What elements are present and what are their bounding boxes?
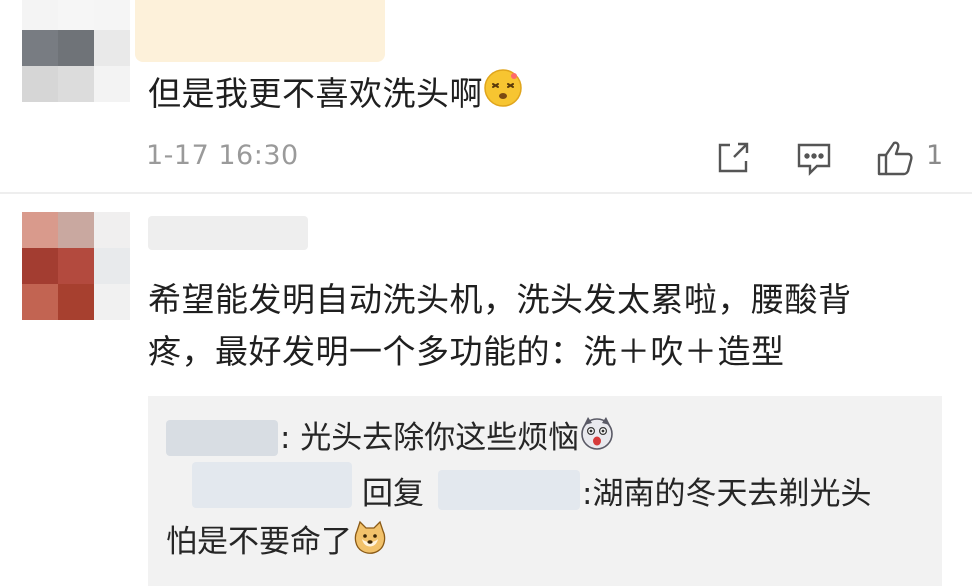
like-count: 1 <box>926 140 944 171</box>
comment-timestamp: 1-17 16:30 <box>146 140 299 171</box>
blurred-username <box>135 0 385 62</box>
comment-text: 希望能发明自动洗头机，洗头发太累啦，腰酸背 疼，最好发明一个多功能的：洗＋吹＋造… <box>148 274 948 378</box>
doge-emoji-icon <box>352 519 388 569</box>
comment-text: 但是我更不喜欢洗头啊 <box>148 68 523 123</box>
avatar[interactable] <box>22 0 130 102</box>
comment-line: 疼，最好发明一个多功能的：洗＋吹＋造型 <box>148 332 785 371</box>
reply-text: 怕是不要命了 <box>166 524 352 560</box>
like-icon[interactable] <box>876 139 914 177</box>
comment-line: 希望能发明自动洗头机，洗头发太累啦，腰酸背 <box>148 280 852 319</box>
blurred-username <box>166 420 278 456</box>
share-icon[interactable] <box>716 141 750 175</box>
comment-icon[interactable] <box>796 142 832 176</box>
reply-item[interactable]: :湖南的冬天去剃光头 怕是不要命了 <box>166 470 936 569</box>
reply-item[interactable]: : 光头去除你这些烦恼 <box>280 414 615 465</box>
top-blurred-region <box>0 0 972 70</box>
dizzy-face-emoji-icon <box>483 68 523 123</box>
reply-thread[interactable]: : 光头去除你这些烦恼 回复 :湖南的冬天去剃光头 怕是不要命了 <box>148 396 942 586</box>
reply-text: :湖南的冬天去剃光头 <box>582 476 872 512</box>
comment-divider <box>0 192 972 194</box>
comment-body: 但是我更不喜欢洗头啊 <box>148 74 483 113</box>
avatar[interactable] <box>22 212 130 320</box>
reply-text: : 光头去除你这些烦恼 <box>280 420 580 456</box>
shocked-cat-emoji-icon <box>579 415 615 465</box>
blurred-username <box>148 216 308 250</box>
